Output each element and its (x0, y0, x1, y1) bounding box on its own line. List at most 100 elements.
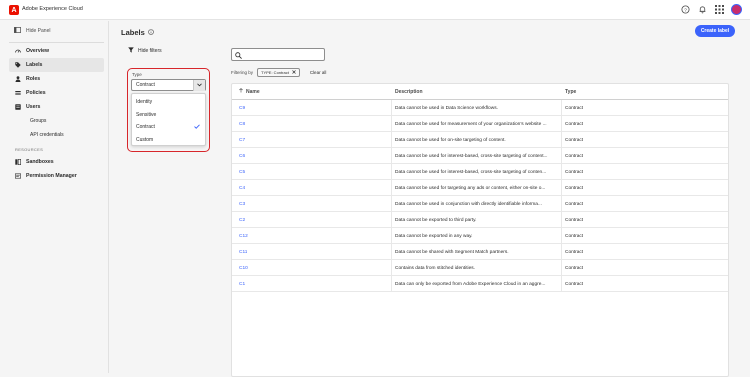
sidebar-divider (9, 42, 104, 43)
sidebar-item-api-credentials[interactable]: API credentials (9, 128, 104, 142)
bell-icon[interactable] (697, 4, 708, 15)
column-header-label: Description (395, 88, 423, 95)
label-description: Data cannot be used in conjunction with … (395, 201, 542, 207)
column-header-name[interactable]: Name (239, 84, 260, 99)
label-name-link[interactable]: C11 (239, 244, 247, 260)
policy-icon (15, 90, 21, 96)
label-type: Contract (565, 137, 584, 143)
table-row[interactable]: C12 Data cannot be exported in any way. Co… (232, 228, 728, 244)
column-header-type[interactable]: Type (565, 84, 576, 99)
users-icon (15, 104, 21, 110)
search-input[interactable] (231, 48, 325, 61)
sidebar: Hide Panel Overview Labels Roles Policie… (0, 21, 109, 373)
sidebar-item-label: Groups (30, 118, 47, 124)
type-dropdown-menu: Identity Sensitive Contract Custom (131, 93, 206, 146)
hide-filters-label: Hide filters (138, 48, 162, 54)
sidebar-item-sandboxes[interactable]: Sandboxes (9, 155, 104, 169)
sidebar-item-label: API credentials (30, 132, 64, 138)
app-title[interactable]: Adobe Experience Cloud (22, 6, 83, 12)
sidebar-item-roles[interactable]: Roles (9, 72, 104, 86)
label-description: Data cannot be used for interest-based, … (395, 169, 547, 175)
label-type: Contract (565, 169, 584, 175)
create-label-button[interactable]: Create label (695, 25, 735, 37)
chip-label: TYPE: Contract (261, 70, 289, 75)
label-description: Data cannot be used for on-site targetin… (395, 137, 506, 143)
sidebar-item-label: Overview (26, 48, 50, 54)
type-option-custom[interactable]: Custom (132, 134, 205, 147)
table-row[interactable]: C10 Contains data from stitched identitie… (232, 260, 728, 276)
sidebar-item-groups[interactable]: Groups (9, 114, 104, 128)
label-name-link[interactable]: C2 (239, 212, 245, 228)
label-name-link[interactable]: C8 (239, 116, 245, 132)
type-option-sensitive[interactable]: Sensitive (132, 109, 205, 122)
column-header-label: Name (246, 88, 260, 95)
option-label: Contract (136, 124, 155, 131)
label-name-link[interactable]: C5 (239, 164, 245, 180)
person-icon (15, 76, 21, 82)
close-icon[interactable] (292, 70, 296, 75)
avatar[interactable] (731, 4, 742, 15)
permission-icon (15, 173, 21, 179)
label-type: Contract (565, 281, 584, 287)
svg-text:?: ? (684, 7, 687, 13)
label-name-link[interactable]: C6 (239, 148, 245, 164)
chevron-down-icon[interactable] (193, 79, 205, 91)
sidebar-item-labels[interactable]: Labels (9, 58, 104, 72)
clear-all-link[interactable]: Clear all (310, 70, 327, 75)
table-row[interactable]: C4 Data cannot be used for targeting any … (232, 180, 728, 196)
column-header-label: Type (565, 88, 577, 95)
sidebar-item-permission-manager[interactable]: Permission Manager (9, 169, 104, 183)
type-option-contract[interactable]: Contract (132, 121, 205, 134)
sidebar-item-users[interactable]: Users (9, 100, 104, 114)
label-description: Data can only be exported from Adobe Exp… (395, 281, 546, 287)
filter-chip-type[interactable]: TYPE: Contract (257, 68, 300, 77)
sidebar-item-overview[interactable]: Overview (9, 44, 104, 58)
top-icons: ? (680, 4, 742, 15)
filtering-by-bar: Filtering by TYPE: Contract Clear all (231, 68, 326, 77)
table-row[interactable]: C5 Data cannot be used for interest-based… (232, 164, 728, 180)
column-divider (561, 100, 562, 292)
resources-heading: RESOURCES (15, 146, 44, 152)
table-row[interactable]: C3 Data cannot be used in conjunction wit… (232, 196, 728, 212)
label-type: Contract (565, 265, 584, 271)
table-row[interactable]: C9 Data cannot be used in Data Science wo… (232, 100, 728, 116)
table-row[interactable]: C11 Data cannot be shared with Segment Ma… (232, 244, 728, 260)
label-name-link[interactable]: C7 (239, 132, 245, 148)
table-row[interactable]: C8 Data cannot be used for measurement of… (232, 116, 728, 132)
label-description: Data cannot be used for interest-based, … (395, 153, 548, 159)
label-name-link[interactable]: C1 (239, 276, 245, 292)
table-row[interactable]: C2 Data cannot be exported to third party… (232, 212, 728, 228)
info-icon[interactable] (147, 28, 154, 37)
page-title: Labels (121, 28, 154, 37)
type-option-identity[interactable]: Identity (132, 96, 205, 109)
column-divider (391, 100, 392, 292)
table-row[interactable]: C7 Data cannot be used for on-site target… (232, 132, 728, 148)
label-name-link[interactable]: C10 (239, 260, 248, 276)
apps-grid-icon[interactable] (714, 4, 725, 15)
label-type: Contract (565, 153, 584, 159)
help-icon[interactable]: ? (680, 4, 691, 15)
label-type: Contract (565, 185, 584, 191)
hide-panel-label: Hide Panel (26, 28, 51, 34)
type-select-value: Contract (136, 82, 155, 88)
filter-panel: Hide filters (121, 47, 225, 55)
sidebar-nav: Overview Labels Roles Policies Users Gro… (9, 44, 104, 183)
table-row[interactable]: C1 Data can only be exported from Adobe E… (232, 276, 728, 292)
hide-panel-button[interactable]: Hide Panel (14, 27, 50, 35)
type-select[interactable]: Contract (131, 79, 206, 91)
label-description: Contains data from stitched identities. (395, 265, 475, 271)
label-name-link[interactable]: C4 (239, 180, 245, 196)
label-name-link[interactable]: C12 (239, 228, 248, 244)
sandbox-icon (15, 159, 21, 165)
table-row[interactable]: C6 Data cannot be used for interest-based… (232, 148, 728, 164)
sidebar-item-policies[interactable]: Policies (9, 86, 104, 100)
labels-table: Name Description Type C9 Data cannot be u… (231, 83, 729, 377)
label-name-link[interactable]: C3 (239, 196, 245, 212)
hide-filters-button[interactable]: Hide filters (121, 47, 225, 55)
label-type: Contract (565, 249, 584, 255)
label-description: Data cannot be used for measurement of y… (395, 121, 547, 127)
sidebar-item-label: Permission Manager (26, 173, 77, 179)
column-header-description[interactable]: Description (395, 84, 423, 99)
adobe-logo-icon[interactable]: A (9, 5, 19, 15)
label-name-link[interactable]: C9 (239, 100, 245, 116)
